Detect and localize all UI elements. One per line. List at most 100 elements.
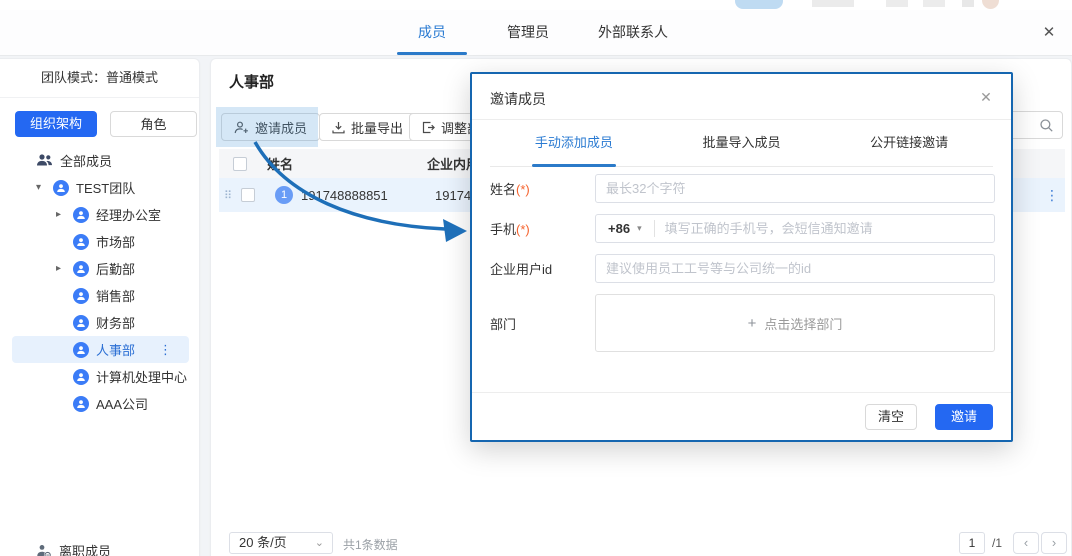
tab-public-link-label: 公开链接邀请 [870, 135, 948, 150]
invite-member-button[interactable]: 邀请成员 [221, 113, 320, 141]
name-field[interactable] [595, 174, 995, 203]
remnant-avatar [982, 0, 999, 9]
required-mark: (*) [516, 222, 530, 237]
row-checkbox[interactable] [241, 188, 255, 202]
field-name-row: 姓名(*) [490, 174, 997, 203]
tree-item-all-members[interactable]: 全部成员 [0, 147, 199, 174]
member-management-dialog: 成员 管理员 外部联系人 ✕ 团队模式：普通模式 组织架构 角色 [0, 10, 1072, 556]
tree-item-hr-selected[interactable]: 人事部 ⋮ [12, 336, 189, 363]
search-icon [1039, 118, 1054, 133]
field-name-label: 姓名(*) [490, 179, 595, 198]
screen: 成员 管理员 外部联系人 ✕ 团队模式：普通模式 组织架构 角色 [0, 0, 1072, 556]
modal-title: 邀请成员 [490, 89, 546, 109]
name-input[interactable] [596, 175, 994, 202]
department-avatar-icon [73, 396, 89, 412]
tree-item-label: 全部成员 [60, 151, 112, 170]
tree-item-label: 计算机处理中心 [96, 367, 187, 386]
tree-item-finance[interactable]: 财务部 [0, 309, 199, 336]
tree-item-label: 人事部 [96, 340, 135, 359]
country-code-select[interactable]: +86 ▾ [596, 221, 642, 236]
tab-members[interactable]: 成员 [398, 10, 466, 55]
tree-item-label: 后勤部 [96, 259, 135, 278]
phone-field[interactable]: +86 ▾ [595, 214, 995, 243]
chevron-down-icon: ⌄ [315, 533, 324, 553]
more-vertical-icon[interactable]: ⋮ [159, 342, 173, 358]
field-phone-label: 手机(*) [490, 219, 595, 238]
department-avatar-icon [73, 288, 89, 304]
batch-export-label: 批量导出 [351, 118, 403, 137]
department-avatar-icon [73, 315, 89, 331]
department-avatar-icon [73, 342, 89, 358]
caret-right-icon[interactable]: ▸ [56, 209, 73, 220]
invite-member-modal: 邀请成员 ✕ 手动添加成员 批量导入成员 公开链接邀请 姓名(*) [470, 72, 1013, 442]
select-department-button[interactable]: + 点击选择部门 [595, 294, 995, 352]
tree-item-computer-center[interactable]: 计算机处理中心 [0, 363, 199, 390]
tab-admins-label: 管理员 [507, 24, 549, 40]
tree-item-test-team[interactable]: ▾ TEST团队 [0, 174, 199, 201]
clear-button[interactable]: 清空 [865, 404, 917, 430]
org-sidebar: 团队模式：普通模式 组织架构 角色 全部成员 ▾ TE [0, 58, 200, 556]
tab-admins[interactable]: 管理员 [500, 10, 556, 55]
page-title: 人事部 [229, 71, 274, 92]
tree-item-logistics[interactable]: ▸ 后勤部 [0, 255, 199, 282]
role-button[interactable]: 角色 [110, 111, 197, 137]
org-structure-button[interactable]: 组织架构 [15, 111, 97, 137]
tree-item-label: 经理办公室 [96, 205, 161, 224]
row-more-icon[interactable]: ⋮ [1045, 187, 1059, 204]
userid-input[interactable] [596, 255, 994, 282]
required-mark: (*) [516, 182, 530, 197]
invite-submit-button[interactable]: 邀请 [935, 404, 993, 430]
active-tab-underline [397, 52, 467, 55]
active-tab-underline [532, 164, 616, 167]
field-department-row: 部门 + 点击选择部门 [490, 294, 997, 352]
remnant-gray-3 [923, 0, 945, 7]
department-avatar-icon [73, 207, 89, 223]
tab-batch-import[interactable]: 批量导入成员 [658, 120, 826, 166]
column-header-name: 姓名 [267, 154, 427, 173]
caret-right-icon[interactable]: ▸ [56, 263, 73, 274]
field-userid-row: 企业用户id [490, 254, 997, 283]
chevron-left-icon: ‹ [1024, 535, 1028, 550]
tab-public-link[interactable]: 公开链接邀请 [825, 120, 993, 166]
close-icon[interactable]: ✕ [1036, 20, 1062, 46]
tab-external-contacts[interactable]: 外部联系人 [588, 10, 678, 55]
department-avatar-icon [73, 234, 89, 250]
batch-export-button[interactable]: 批量导出 [319, 113, 416, 141]
transfer-icon [422, 121, 435, 134]
tree-item-label: AAA公司 [96, 394, 148, 413]
org-tree: 全部成员 ▾ TEST团队 ▸ 经理办公室 [0, 147, 199, 417]
modal-header: 邀请成员 ✕ [472, 74, 1011, 120]
sidebar-toggle: 组织架构 角色 [0, 111, 199, 137]
field-department-label: 部门 [490, 314, 595, 333]
tree-item-manager-office[interactable]: ▸ 经理办公室 [0, 201, 199, 228]
total-count: 共1条数据 [343, 536, 398, 553]
userid-field[interactable] [595, 254, 995, 283]
download-icon [332, 121, 345, 134]
tab-batch-import-label: 批量导入成员 [703, 135, 781, 150]
prev-page-button[interactable]: ‹ [1013, 532, 1039, 554]
tree-item-aaa-company[interactable]: AAA公司 [0, 390, 199, 417]
tab-manual-add[interactable]: 手动添加成员 [490, 120, 658, 166]
remnant-gray-2 [886, 0, 908, 7]
tree-item-label: 市场部 [96, 232, 135, 251]
drag-handle-icon[interactable]: ⠿ [221, 189, 235, 202]
next-page-button[interactable]: › [1041, 532, 1067, 554]
tree-item-label: 财务部 [96, 313, 135, 332]
page-size-value: 20 条/页 [239, 535, 287, 550]
modal-close-icon[interactable]: ✕ [975, 86, 997, 108]
resigned-members-item[interactable]: 离职成员 [0, 541, 199, 556]
select-all-checkbox[interactable] [233, 157, 247, 171]
department-avatar-icon [53, 180, 69, 196]
tree-item-marketing[interactable]: 市场部 [0, 228, 199, 255]
phone-input[interactable] [655, 215, 994, 242]
modal-tabs: 手动添加成员 批量导入成员 公开链接邀请 [490, 120, 993, 167]
caret-down-icon[interactable]: ▾ [36, 182, 53, 193]
browser-chrome-remnant [0, 0, 1072, 10]
page-number-input[interactable] [959, 532, 985, 554]
avatar: 1 [275, 186, 293, 204]
page-size-select[interactable]: 20 条/页 ⌄ [229, 532, 333, 554]
department-avatar-icon [73, 369, 89, 385]
tab-manual-add-label: 手动添加成员 [535, 135, 613, 150]
tree-item-sales[interactable]: 销售部 [0, 282, 199, 309]
caret-down-icon: ▾ [637, 223, 642, 234]
